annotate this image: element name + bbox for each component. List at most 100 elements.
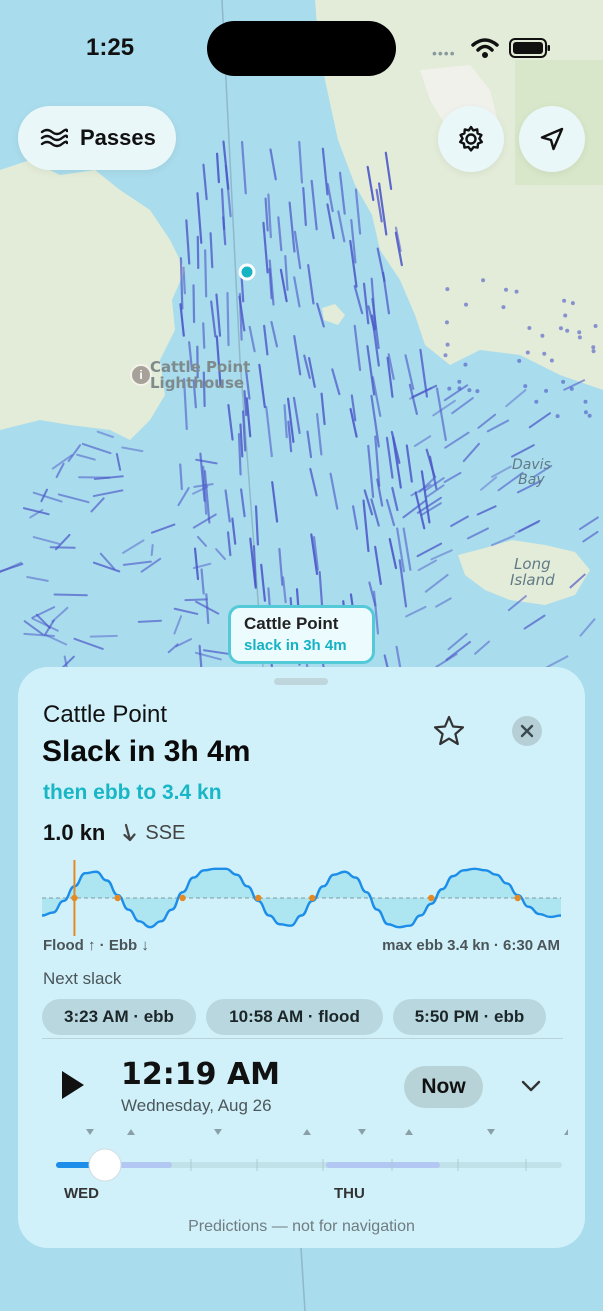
map-label-lighthouse: Cattle Point Lighthouse: [150, 359, 250, 392]
now-button[interactable]: Now: [404, 1066, 483, 1108]
direction-arrow-icon: [123, 823, 136, 842]
current-dot: [549, 358, 554, 363]
current-dot: [555, 414, 560, 419]
tide-station-dot: [238, 263, 256, 281]
current-arrow: [184, 598, 208, 602]
timeline-daylight-segment: [326, 1162, 440, 1168]
current-dot: [443, 353, 448, 358]
current-arrow: [192, 284, 196, 324]
current-direction: SSE: [145, 821, 186, 844]
current-arrow: [89, 634, 118, 638]
current-dot: [591, 345, 596, 350]
current-arrow: [53, 593, 88, 597]
chevron-down-icon[interactable]: [519, 1076, 543, 1096]
current-dot: [570, 301, 575, 306]
wifi-icon: [471, 38, 499, 58]
current-dot: [534, 399, 539, 404]
dynamic-island: [207, 21, 396, 76]
station-detail-sheet: Cattle Point Slack in 3h 4m then ebb to …: [18, 667, 585, 1248]
current-arrow: [137, 619, 163, 623]
passes-button[interactable]: Passes: [18, 106, 176, 170]
location-arrow-icon: [540, 127, 564, 151]
current-arrow: [150, 543, 154, 557]
current-dot: [542, 351, 547, 356]
chart-slack-point: [514, 894, 521, 902]
callout-station-name: Cattle Point: [244, 614, 339, 633]
map-label-line: Island: [510, 570, 555, 589]
slack-headline: Slack in 3h 4m: [42, 735, 251, 768]
current-dot: [525, 350, 530, 355]
station-callout[interactable]: Cattle Point slack in 3h 4m: [228, 605, 375, 664]
slack-chip[interactable]: 3:23 AM · ebb: [42, 999, 196, 1035]
selected-date: Wednesday, Aug 26: [121, 1096, 272, 1115]
chart-legend: Flood ↑ · Ebb ↓: [43, 937, 149, 954]
current-dot: [558, 326, 563, 331]
current-dot: [514, 289, 519, 294]
current-dot: [457, 386, 462, 391]
current-dot: [445, 342, 450, 347]
map-label-davis-bay: Davis Bay: [512, 458, 551, 487]
timeline-thumb: [88, 1148, 122, 1182]
chart-slack-point: [179, 894, 186, 902]
cellular-signal-icon: ••••: [432, 45, 456, 61]
current-arrow: [204, 249, 208, 298]
next-slack-chips: 3:23 AM · ebb 10:58 AM · flood 5:50 PM ·…: [42, 999, 546, 1035]
current-dot: [591, 349, 596, 354]
current-speed-row: 1.0 kn SSE: [43, 820, 185, 846]
waves-icon: [40, 128, 68, 148]
current-dot: [481, 278, 486, 283]
next-phase-subhead: then ebb to 3.4 kn: [43, 781, 222, 804]
current-dot: [577, 335, 582, 340]
gear-icon: [459, 125, 483, 152]
current-dot: [565, 328, 570, 333]
next-slack-label: Next slack: [43, 969, 122, 988]
current-dot: [445, 287, 450, 292]
current-dot: [467, 388, 472, 393]
current-dot: [587, 413, 592, 418]
current-arrow: [179, 257, 184, 310]
current-dot: [463, 362, 468, 367]
current-dot: [475, 389, 480, 394]
current-dot: [464, 302, 469, 307]
close-button[interactable]: [512, 716, 542, 746]
current-dot: [517, 358, 522, 363]
timeline-day-label: THU: [334, 1185, 365, 1202]
current-arrow: [182, 266, 186, 295]
current-dot: [457, 379, 462, 384]
map-label-line: Davis: [512, 457, 551, 473]
map-label-line: Bay: [518, 471, 545, 488]
sheet-grabber[interactable]: [274, 678, 328, 685]
station-name: Cattle Point: [43, 701, 168, 728]
map-label-line: Lighthouse: [150, 373, 245, 392]
current-dot: [523, 384, 528, 389]
tide-current-chart[interactable]: [42, 860, 561, 936]
slack-chip[interactable]: 10:58 AM · flood: [206, 999, 383, 1035]
chart-slack-point: [428, 894, 435, 902]
slack-chip[interactable]: 5:50 PM · ebb: [393, 999, 546, 1035]
current-dot: [563, 313, 568, 318]
current-speed: 1.0 kn: [43, 820, 106, 845]
current-arrow: [226, 292, 230, 347]
current-dot: [447, 386, 452, 391]
current-dot: [561, 379, 566, 384]
current-dot: [583, 410, 588, 415]
selected-time: 12:19 AM: [121, 1057, 281, 1092]
time-scrubber[interactable]: [36, 1125, 568, 1205]
current-dot: [540, 333, 545, 338]
play-icon[interactable]: [56, 1067, 90, 1103]
timeline-day-label: WED: [64, 1185, 99, 1202]
current-dot: [544, 388, 549, 393]
star-icon[interactable]: [432, 714, 466, 748]
passes-label: Passes: [80, 125, 156, 150]
battery-icon: [509, 38, 550, 58]
current-dot: [583, 399, 588, 404]
locate-me-button[interactable]: [519, 106, 585, 172]
current-dot: [593, 324, 598, 329]
settings-button[interactable]: [438, 106, 504, 172]
lighthouse-icon: i: [130, 364, 152, 386]
current-dot: [444, 320, 449, 325]
status-time: 1:25: [86, 34, 135, 61]
chart-slack-point: [114, 894, 121, 902]
current-dot: [501, 305, 506, 310]
current-dot: [504, 287, 509, 292]
